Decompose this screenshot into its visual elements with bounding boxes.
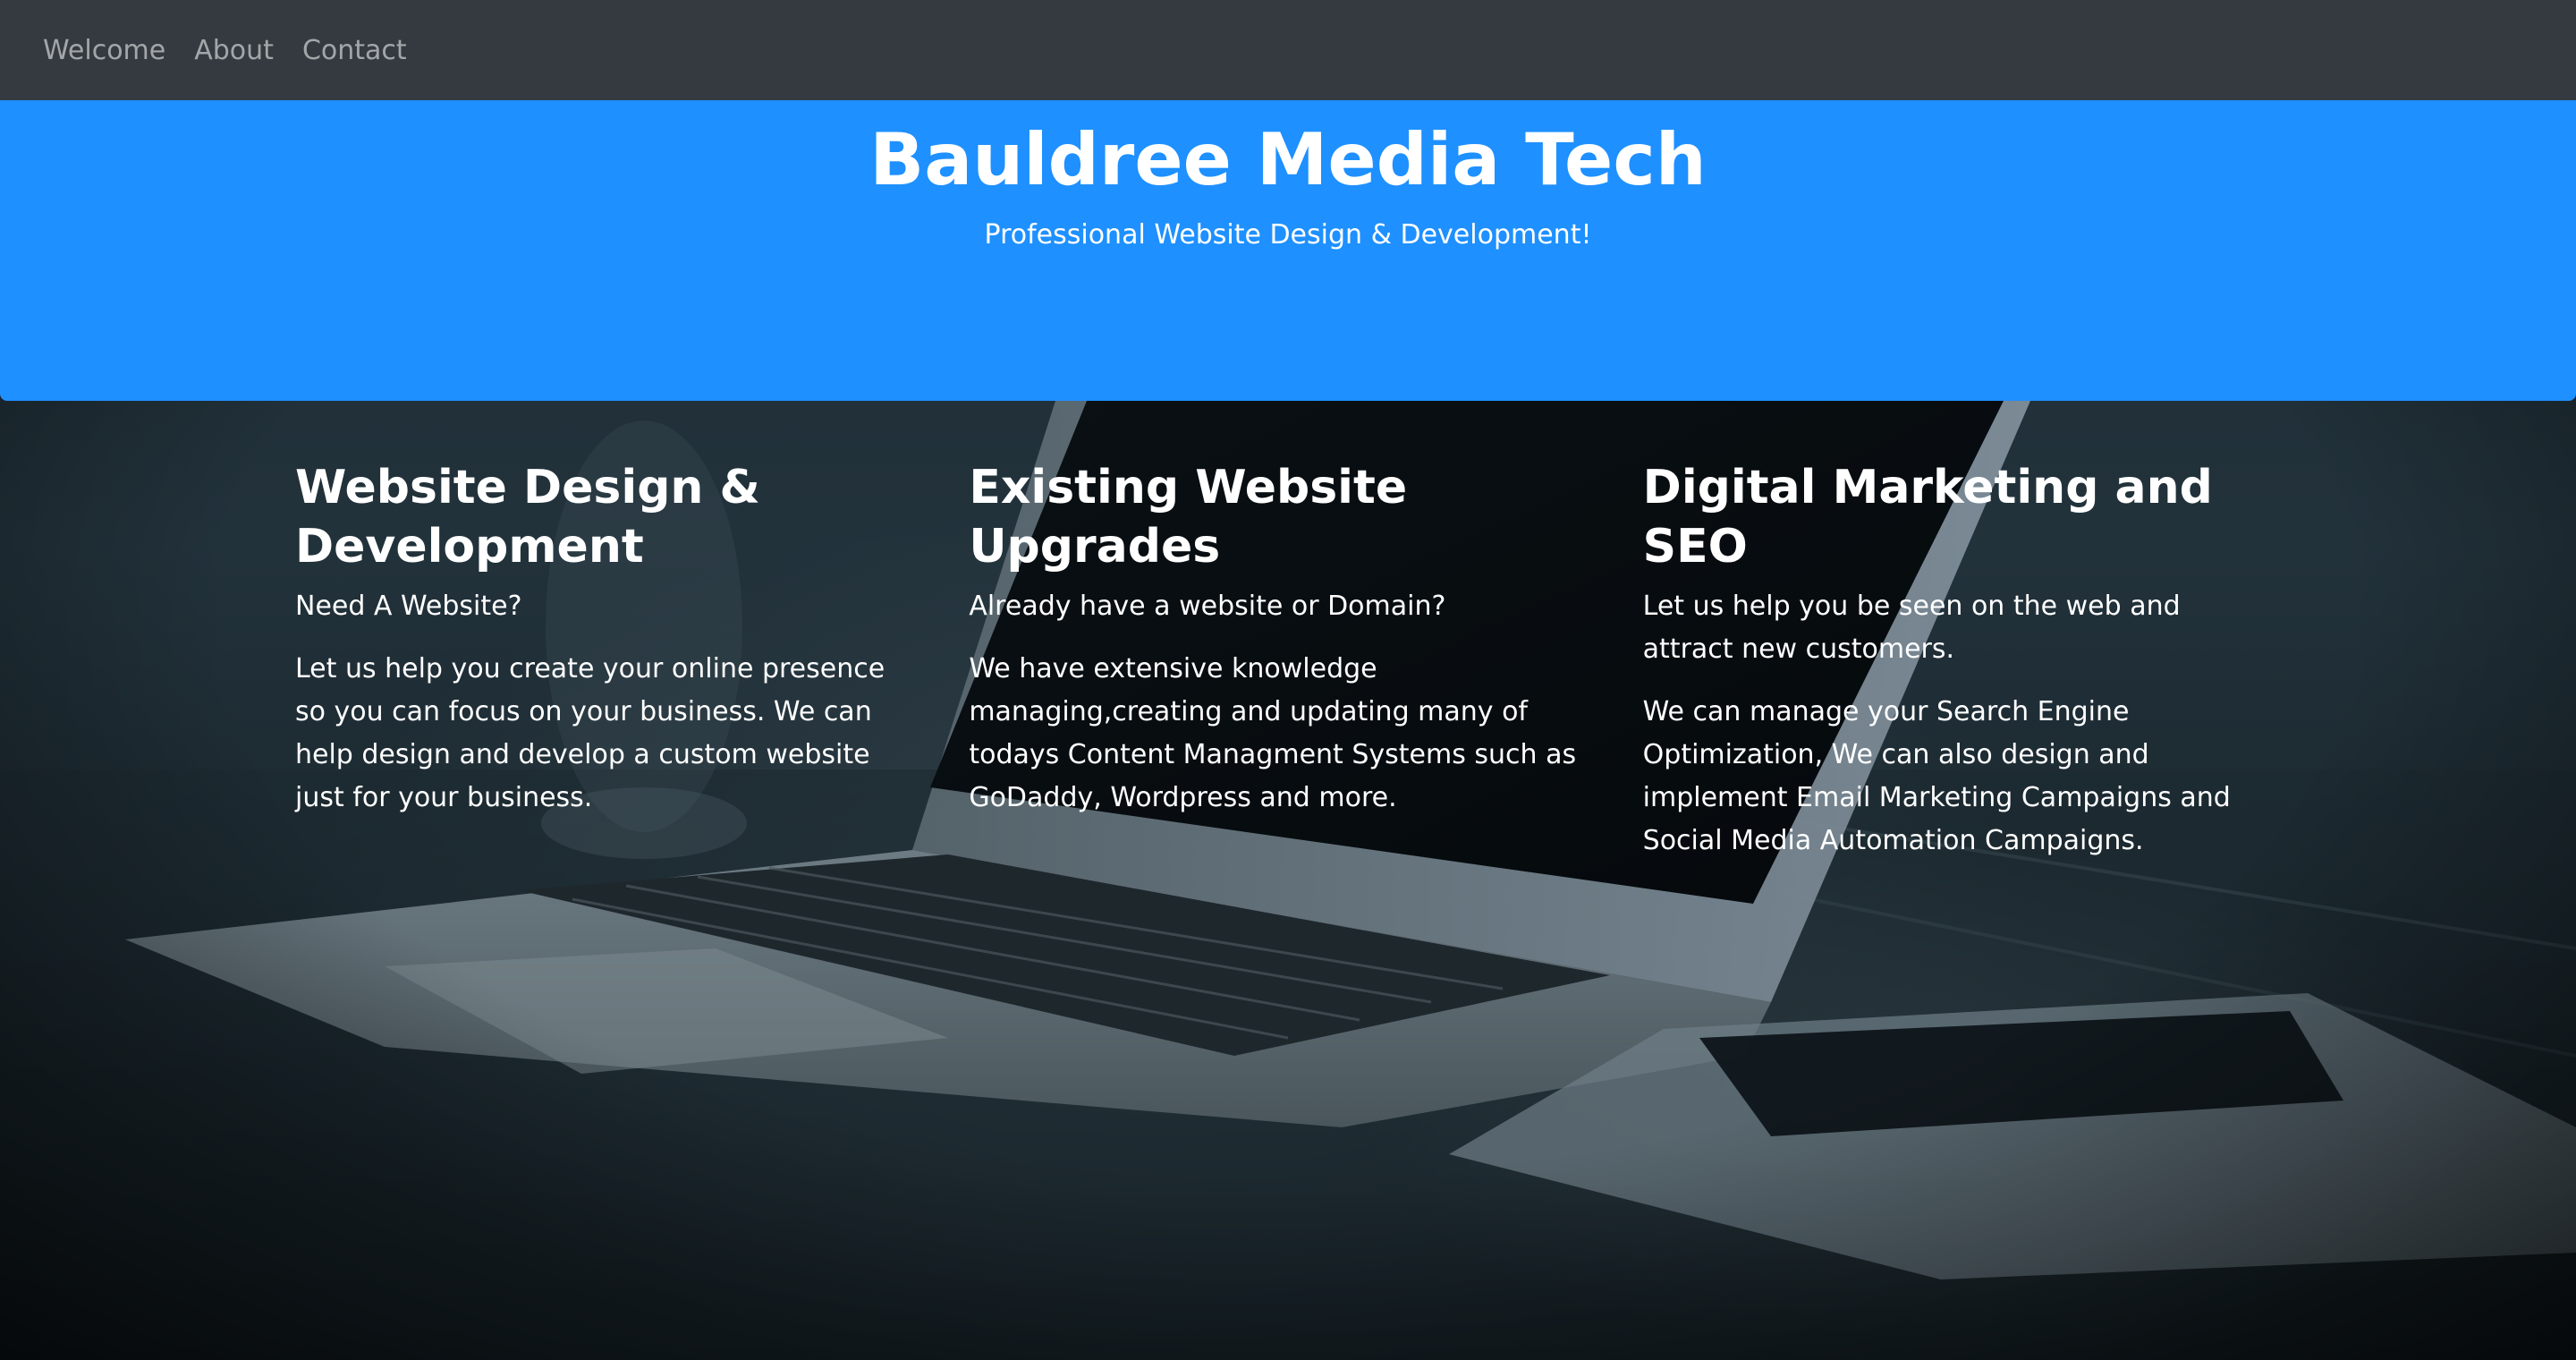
service-title: Existing Website Upgrades [969,461,1408,574]
service-description: Let us help you create your online prese… [295,653,886,813]
services-section: Website Design & Development Need A Webs… [295,458,2317,863]
service-title: Digital Marketing and SEO [1642,461,2213,574]
service-column-upgrades: Existing Website Upgrades Already have a… [969,458,1642,863]
service-title: Website Design & Development [295,461,760,574]
service-lead: Need A Website? [295,591,522,622]
service-description: We can manage your Search Engine Optimiz… [1642,696,2231,856]
service-description: We have extensive knowledge managing,cre… [969,653,1577,813]
jumbotron-banner: Bauldree Media Tech Professional Website… [0,100,2576,401]
nav-link-about[interactable]: About [194,35,274,66]
service-lead: Already have a website or Domain? [969,591,1446,622]
page: Welcome About Contact Bauldree Media Tec… [0,0,2576,1360]
nav-link-welcome[interactable]: Welcome [43,35,165,66]
site-tagline: Professional Website Design & Developmen… [984,219,1592,251]
service-column-design: Website Design & Development Need A Webs… [295,458,969,863]
service-lead: Let us help you be seen on the web and a… [1642,591,2181,665]
service-column-marketing: Digital Marketing and SEO Let us help yo… [1643,458,2317,863]
top-navbar: Welcome About Contact [0,0,2576,100]
nav-link-contact[interactable]: Contact [302,35,407,66]
site-title: Bauldree Media Tech [869,118,1707,201]
